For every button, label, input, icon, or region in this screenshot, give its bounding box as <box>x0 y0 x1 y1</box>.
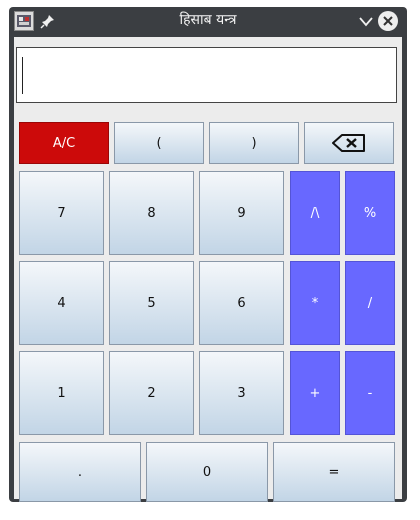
backspace-button[interactable] <box>304 122 394 164</box>
digit-1-button[interactable]: 1 <box>19 351 104 435</box>
minus-button[interactable]: - <box>345 351 395 435</box>
digit-4-button[interactable]: 4 <box>19 261 104 345</box>
equals-button[interactable]: = <box>273 442 395 502</box>
close-button[interactable] <box>378 11 398 31</box>
close-icon <box>383 16 393 26</box>
backspace-icon <box>332 134 365 152</box>
plus-button[interactable]: + <box>290 351 340 435</box>
digit-7-button[interactable]: 7 <box>19 171 104 255</box>
decimal-point-button[interactable]: . <box>19 442 141 502</box>
calculator-body: A/C ( ) 7 8 9 /\ % 4 5 6 * / 1 2 3 + - .… <box>14 37 402 502</box>
digit-9-button[interactable]: 9 <box>199 171 284 255</box>
digit-3-button[interactable]: 3 <box>199 351 284 435</box>
clear-button[interactable]: A/C <box>19 122 109 164</box>
percent-button[interactable]: % <box>345 171 395 255</box>
digit-5-button[interactable]: 5 <box>109 261 194 345</box>
digit-0-button[interactable]: 0 <box>146 442 268 502</box>
expression-display[interactable] <box>16 47 397 103</box>
open-paren-button[interactable]: ( <box>114 122 204 164</box>
calculator-window: हिसाब यन्त्र A/C ( ) 7 8 9 /\ % 4 5 6 * … <box>9 7 407 502</box>
digit-2-button[interactable]: 2 <box>109 351 194 435</box>
digit-6-button[interactable]: 6 <box>199 261 284 345</box>
chevron-down-icon[interactable] <box>358 14 374 28</box>
multiply-button[interactable]: * <box>290 261 340 345</box>
power-button[interactable]: /\ <box>290 171 340 255</box>
close-paren-button[interactable]: ) <box>209 122 299 164</box>
title-bar: हिसाब यन्त्र <box>9 7 407 36</box>
divide-button[interactable]: / <box>345 261 395 345</box>
window-title: हिसाब यन्त्र <box>179 12 237 28</box>
text-caret <box>22 57 23 94</box>
digit-8-button[interactable]: 8 <box>109 171 194 255</box>
